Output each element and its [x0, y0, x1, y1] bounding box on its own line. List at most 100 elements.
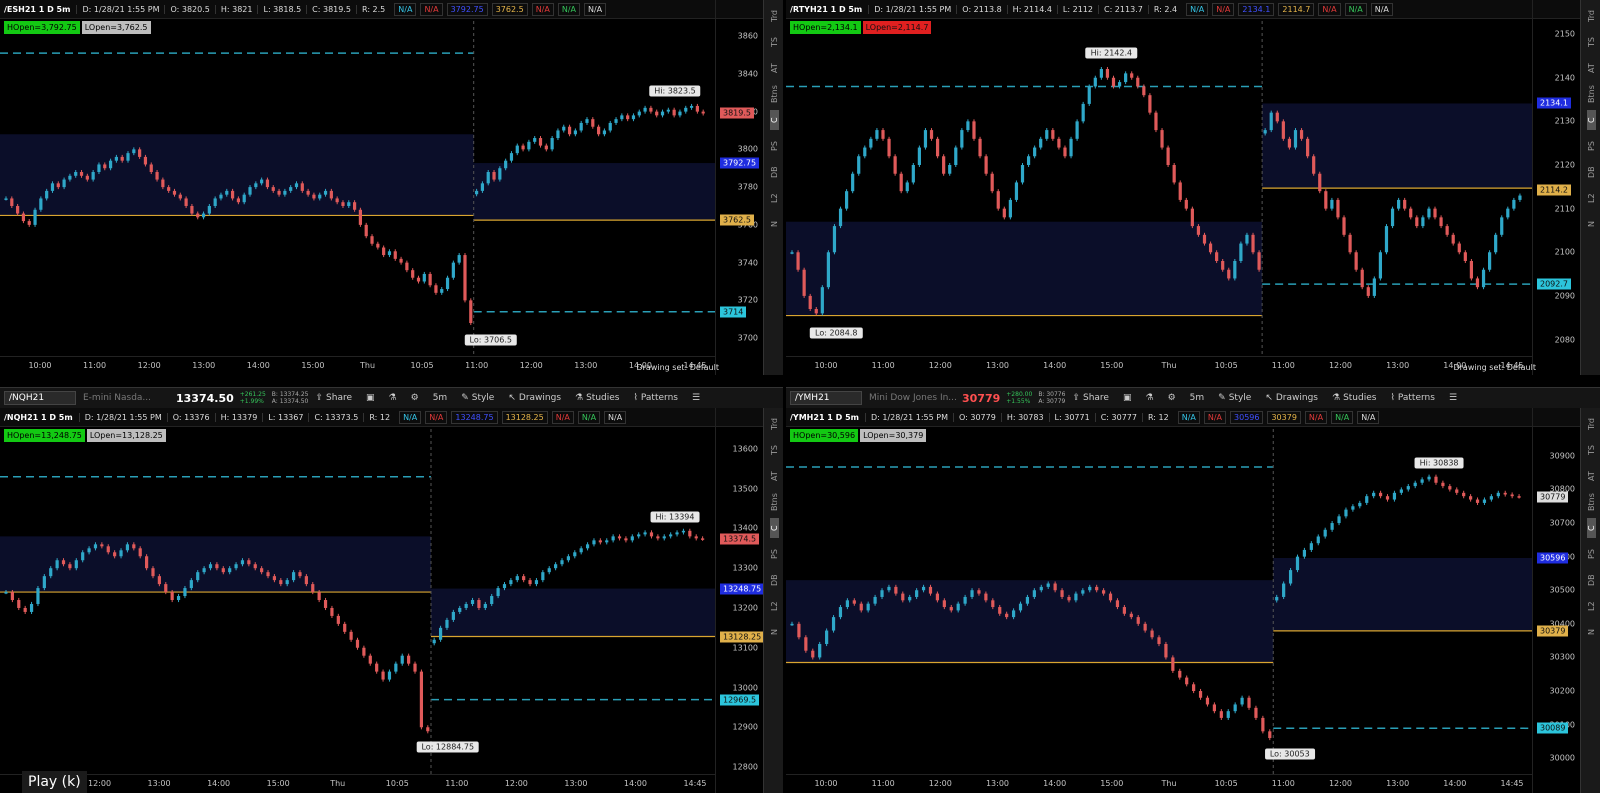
price-axis[interactable]: 3090030800307003060030500304003030030200…	[1532, 408, 1581, 793]
sidebar-tab-n[interactable]: N	[1587, 214, 1596, 234]
candle-body	[566, 556, 570, 561]
candle-body	[1503, 492, 1507, 495]
chart-panel-nq[interactable]: /NQH21 1 D 5m D: 1/28/21 1:55 PM O: 1337…	[0, 408, 783, 793]
drawings-button[interactable]: ↖ Drawings	[501, 393, 568, 403]
candle-body	[515, 576, 519, 581]
chart-panel-es[interactable]: /ESH21 1 D 5m D: 1/28/21 1:55 PM O: 3820…	[0, 0, 783, 375]
share-button[interactable]: ⇪ Share	[1065, 393, 1116, 403]
sidebar-tab-at[interactable]: AT	[770, 58, 779, 78]
snapshot-button[interactable]: ▣	[1116, 393, 1139, 403]
price-plot[interactable]	[0, 0, 715, 357]
sidebar-tab-c[interactable]: C	[1586, 518, 1596, 538]
aggregation-button[interactable]: 5m	[426, 393, 455, 403]
candle-body	[106, 546, 110, 553]
candle-body	[23, 607, 27, 612]
settings-button[interactable]: ⚙	[1161, 393, 1183, 403]
share-button[interactable]: ⇪ Share	[308, 393, 359, 403]
symbol-selector[interactable]: /NQH21	[4, 391, 76, 405]
drawings-button[interactable]: ↖ Drawings	[1258, 393, 1325, 403]
style-button[interactable]: ✎ Style	[454, 393, 501, 403]
sidebar-tab-db[interactable]: DB	[1587, 162, 1596, 182]
candle-body	[225, 190, 229, 195]
sidebar-tab-c[interactable]: C	[769, 518, 779, 538]
sidebar-tab-db[interactable]: DB	[1587, 570, 1596, 590]
candle-body	[1337, 516, 1341, 524]
price-tick: 2120	[1554, 160, 1575, 170]
candle-body	[1251, 234, 1255, 253]
sidebar-tab-n[interactable]: N	[770, 214, 779, 234]
sidebar-tab-trd[interactable]: Trd	[770, 414, 779, 434]
sidebar-tab-btns[interactable]: Btns	[770, 492, 779, 512]
sidebar-tab-btns[interactable]: Btns	[1587, 84, 1596, 104]
style-button[interactable]: ✎ Style	[1211, 393, 1258, 403]
menu-button[interactable]: ☰	[685, 393, 707, 403]
sidebar-tab-l2[interactable]: L2	[1587, 596, 1596, 616]
time-axis[interactable]: 10:00 11:00 12:00 13:00 14:00 15:00 Thu 10:05 11…	[786, 774, 1532, 793]
sidebar-tab-btns[interactable]: Btns	[1587, 492, 1596, 512]
time-axis[interactable]: 10:00 11:00 12:00 13:00 14:00 15:00 Thu 10:05 11…	[786, 356, 1532, 375]
chart-panel-ym[interactable]: /YMH21 1 D 5m D: 1/28/21 1:55 PM O: 3077…	[786, 408, 1600, 793]
sidebar-tab-ts[interactable]: TS	[770, 440, 779, 460]
play-button[interactable]: Play (k)	[22, 771, 87, 793]
settings-button[interactable]: ⚙	[404, 393, 426, 403]
candle-body	[81, 552, 85, 561]
price-axis[interactable]: 3860384038203800378037603740372037003819…	[715, 0, 764, 375]
price-axis[interactable]: 13600 13500 13400 13300 13200 13100 13000 12900…	[715, 408, 765, 793]
sidebar-tab-trd[interactable]: Trd	[770, 6, 779, 26]
drawing-set-label[interactable]: Drawing set: Default	[636, 363, 719, 372]
candle-body	[1087, 86, 1091, 104]
candle-body	[434, 285, 438, 293]
sidebar-tab-ps[interactable]: PS	[770, 544, 779, 564]
candle-body	[1372, 278, 1376, 296]
sidebar-tab-ts[interactable]: TS	[770, 32, 779, 52]
candle-body	[1075, 121, 1079, 139]
sidebar-tab-btns[interactable]: Btns	[770, 84, 779, 104]
sidebar-tab-ts[interactable]: TS	[1587, 440, 1596, 460]
candle-body	[1164, 643, 1168, 658]
patterns-button[interactable]: ⌇ Patterns	[1383, 393, 1441, 403]
studies-button[interactable]: ⚗ Studies	[1325, 393, 1383, 403]
studies-button[interactable]: ⚗ Studies	[568, 393, 626, 403]
snapshot-button[interactable]: ▣	[359, 393, 382, 403]
sidebar-tab-n[interactable]: N	[1587, 622, 1596, 642]
sidebar-tab-trd[interactable]: Trd	[1587, 414, 1596, 434]
time-axis[interactable]: 10:00 11:00 12:00 13:00 14:00 15:00 Thu 10:05 11…	[0, 356, 715, 375]
menu-button[interactable]: ☰	[1442, 393, 1464, 403]
candle-body	[1282, 583, 1286, 597]
sidebar-tab-db[interactable]: DB	[770, 570, 779, 590]
sidebar-tab-ps[interactable]: PS	[1587, 136, 1596, 156]
price-axis[interactable]: 2150 2140 2130 2120 2110 2100 2090 2080 2134.1 21…	[1532, 0, 1581, 375]
sidebar-tab-l2[interactable]: L2	[1587, 188, 1596, 208]
chart-panel-rty[interactable]: /RTYH21 1 D 5m D: 1/28/21 1:55 PM O: 211…	[786, 0, 1600, 375]
sidebar-tab-n[interactable]: N	[770, 622, 779, 642]
candle-body	[132, 544, 136, 549]
candle-body	[279, 580, 283, 585]
price-plot[interactable]	[786, 0, 1532, 357]
sidebar-tab-l2[interactable]: L2	[770, 188, 779, 208]
sidebar-tab-c[interactable]: C	[769, 110, 779, 130]
candle-body	[335, 198, 339, 203]
sidebar-tab-ps[interactable]: PS	[770, 136, 779, 156]
cursor-icon: ↖	[508, 393, 516, 403]
price-plot[interactable]	[0, 408, 715, 775]
sidebar-tab-at[interactable]: AT	[1587, 466, 1596, 486]
time-axis[interactable]: 11:0012:0013:0014:0015:00Thu10:0511:0012…	[0, 774, 715, 793]
candle-body	[399, 258, 403, 263]
symbol-selector[interactable]: /YMH21	[790, 391, 862, 405]
sidebar-tab-ps[interactable]: PS	[1587, 544, 1596, 564]
sidebar-tab-c[interactable]: C	[1586, 110, 1596, 130]
candle-body	[1008, 199, 1012, 218]
aggregation-button[interactable]: 5m	[1183, 393, 1212, 403]
sidebar-tab-at[interactable]: AT	[770, 466, 779, 486]
flask-button[interactable]: ⚗	[382, 393, 404, 403]
sidebar-tab-ts[interactable]: TS	[1587, 32, 1596, 52]
sidebar-tab-l2[interactable]: L2	[770, 596, 779, 616]
candle-body	[1185, 677, 1189, 685]
flask-button[interactable]: ⚗	[1139, 393, 1161, 403]
patterns-button[interactable]: ⌇ Patterns	[626, 393, 684, 403]
candle-body	[1445, 226, 1449, 235]
sidebar-tab-at[interactable]: AT	[1587, 58, 1596, 78]
sidebar-tab-db[interactable]: DB	[770, 162, 779, 182]
drawing-set-label[interactable]: Drawing set: Default	[1453, 363, 1536, 372]
sidebar-tab-trd[interactable]: Trd	[1587, 6, 1596, 26]
